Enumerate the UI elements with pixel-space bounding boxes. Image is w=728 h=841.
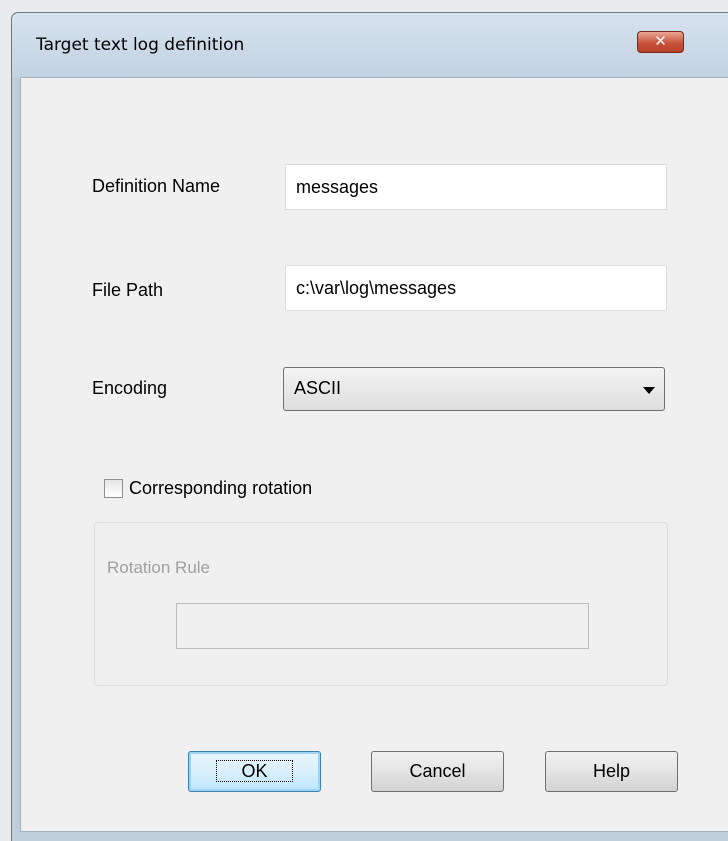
encoding-selected-value: ASCII — [294, 378, 342, 398]
dialog-body: Definition Name File Path Encoding ASCII… — [20, 77, 728, 832]
ok-button[interactable]: OK — [188, 751, 321, 792]
chevron-down-icon — [643, 387, 655, 394]
rotation-rule-label: Rotation Rule — [107, 558, 211, 577]
title-bar[interactable]: Target text log definition ✕ — [12, 13, 728, 78]
encoding-label: Encoding — [92, 378, 168, 398]
file-path-input[interactable] — [285, 265, 667, 311]
rotation-rule-input[interactable] — [176, 603, 589, 649]
ok-button-label: OK — [216, 760, 293, 782]
close-button[interactable]: ✕ — [637, 31, 684, 53]
window-title: Target text log definition — [36, 35, 245, 55]
cancel-button[interactable]: Cancel — [371, 751, 504, 792]
encoding-select[interactable]: ASCII — [283, 367, 665, 411]
definition-name-input[interactable] — [285, 164, 667, 210]
help-button[interactable]: Help — [545, 751, 678, 792]
definition-name-label: Definition Name — [92, 176, 221, 196]
file-path-label: File Path — [92, 280, 164, 300]
dialog-window: Target text log definition ✕ Definition … — [11, 12, 728, 841]
close-x-icon: ✕ — [654, 32, 667, 50]
corresponding-rotation-label[interactable]: Corresponding rotation — [129, 478, 312, 499]
corresponding-rotation-checkbox[interactable] — [104, 479, 123, 498]
